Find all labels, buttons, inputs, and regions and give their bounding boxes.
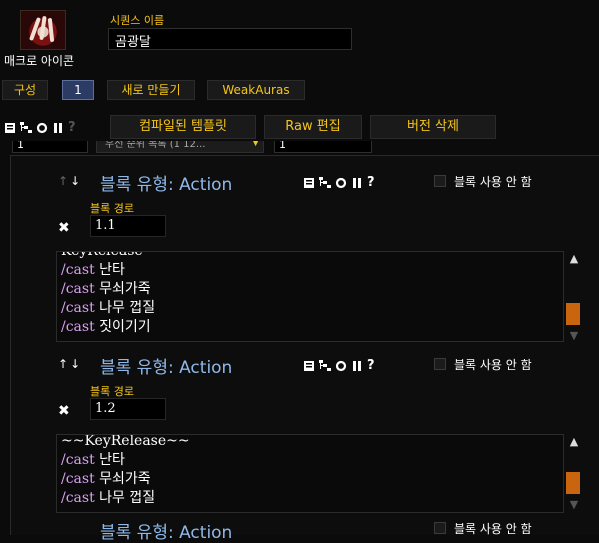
- move-arrows[interactable]: ↑↓: [58, 174, 82, 188]
- scroll-up-icon[interactable]: ▲: [566, 252, 582, 265]
- code-line: /cast 짓이기기: [61, 319, 151, 335]
- chevron-down-icon: ▼: [252, 141, 259, 148]
- code-line: /cast 나무 껍질: [61, 490, 156, 506]
- arrow-up-icon[interactable]: ↑: [58, 174, 70, 188]
- document-icon[interactable]: [4, 122, 16, 134]
- tree-icon[interactable]: [319, 360, 331, 372]
- circle-icon[interactable]: [335, 177, 347, 189]
- macro-icon[interactable]: [20, 10, 66, 50]
- clipped-select[interactable]: 우선 순위 목록 (1 12... ▼: [96, 141, 264, 153]
- clipped-input-left[interactable]: 1: [12, 141, 88, 153]
- block-type-label: 블록 유형: Action: [100, 175, 233, 195]
- scroll-up-icon[interactable]: ▲: [566, 435, 582, 448]
- macro-code-editor[interactable]: ~~KeyRelease~~ /cast 난타 /cast 무쇠가죽 /cast…: [56, 434, 564, 513]
- code-line: /cast 무쇠가죽: [61, 281, 151, 297]
- pause-icon[interactable]: [351, 360, 363, 372]
- delete-version-button[interactable]: 버전 삭제: [370, 115, 496, 139]
- block-path-label: 블록 경로: [90, 202, 134, 215]
- compiled-template-button[interactable]: 컴파일된 템플릿: [110, 115, 256, 139]
- circle-icon[interactable]: [36, 122, 48, 134]
- scrollbar-thumb[interactable]: [566, 303, 580, 325]
- tab-config[interactable]: 구성: [2, 80, 48, 100]
- block-type-label: 블록 유형: Action: [100, 523, 233, 543]
- block-2-icons: ?: [303, 359, 379, 372]
- tab-weakauras[interactable]: WeakAuras: [207, 80, 305, 100]
- code-line: /cast 난타: [61, 262, 125, 278]
- delete-block-icon[interactable]: ✖: [58, 403, 70, 419]
- code-scrollbar[interactable]: ▲ ▼: [566, 252, 582, 342]
- code-line: /cast 난타: [61, 452, 125, 468]
- document-icon[interactable]: [303, 177, 315, 189]
- block-type-title: 블록 유형: Action: [100, 353, 232, 378]
- disable-block-checkbox[interactable]: [434, 522, 446, 534]
- arrow-up-icon[interactable]: ↑: [58, 357, 70, 371]
- block-path-input[interactable]: 1.1: [90, 215, 166, 237]
- macro-code-editor[interactable]: KeyRelease /cast 난타 /cast 무쇠가죽 /cast 나무 …: [56, 251, 564, 342]
- code-scrollbar[interactable]: ▲ ▼: [566, 435, 582, 513]
- code-line: /cast 무쇠가죽: [61, 471, 151, 487]
- help-icon[interactable]: ?: [367, 176, 379, 189]
- move-arrows[interactable]: ↑↓: [58, 357, 82, 371]
- scroll-down-icon[interactable]: ▼: [566, 329, 582, 342]
- code-line: /cast 나무 껍질: [61, 300, 156, 316]
- code-line: ~~KeyRelease~~: [61, 434, 190, 449]
- block-path-label: 블록 경로: [90, 385, 134, 398]
- help-icon[interactable]: ?: [367, 359, 379, 372]
- tab-new[interactable]: 새로 만들기: [107, 80, 195, 100]
- tree-icon[interactable]: [319, 177, 331, 189]
- toolbar-icons: ?: [4, 121, 80, 134]
- sequence-name-input[interactable]: 곰광달: [108, 28, 352, 50]
- scroll-down-icon[interactable]: ▼: [566, 498, 582, 511]
- disable-block-label: 블록 사용 안 함: [454, 175, 532, 189]
- block-type-title: 블록 유형: Action: [100, 170, 232, 195]
- block-1-icons: ?: [303, 176, 379, 189]
- block-type-label: 블록 유형: Action: [100, 358, 233, 378]
- disable-block-checkbox[interactable]: [434, 358, 446, 370]
- clipped-select-value: 우선 순위 목록 (1 12...: [105, 141, 206, 150]
- scrollbar-thumb[interactable]: [566, 472, 580, 494]
- clipped-input-right[interactable]: 1: [274, 141, 372, 153]
- arrow-down-icon[interactable]: ↓: [70, 174, 82, 188]
- code-line: KeyRelease: [61, 251, 143, 259]
- block-path-input[interactable]: 1.2: [90, 398, 166, 420]
- pause-icon[interactable]: [351, 177, 363, 189]
- raw-edit-button[interactable]: Raw 편집: [264, 115, 362, 139]
- document-icon[interactable]: [303, 360, 315, 372]
- sequence-name-label: 시퀀스 이름: [110, 14, 165, 27]
- circle-icon[interactable]: [335, 360, 347, 372]
- disable-block-checkbox[interactable]: [434, 175, 446, 187]
- pause-icon[interactable]: [52, 122, 64, 134]
- tree-icon[interactable]: [20, 122, 32, 134]
- block-type-title: 블록 유형: Action: [100, 518, 232, 543]
- macro-icon-label: 매크로 아이콘: [4, 54, 75, 68]
- disable-block-label: 블록 사용 안 함: [454, 358, 532, 372]
- tab-version-1[interactable]: 1: [62, 80, 94, 100]
- arrow-down-icon[interactable]: ↓: [70, 357, 82, 371]
- delete-block-icon[interactable]: ✖: [58, 220, 70, 236]
- help-icon[interactable]: ?: [68, 121, 80, 134]
